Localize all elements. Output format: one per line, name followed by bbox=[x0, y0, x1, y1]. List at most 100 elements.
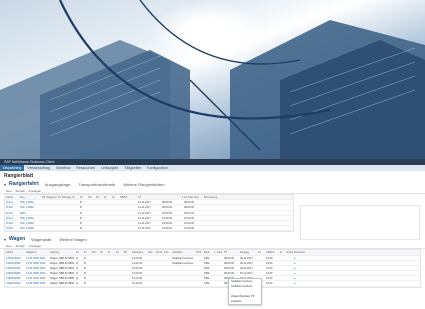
column-header[interactable]: Fl. bbox=[107, 250, 115, 254]
table-cell[interactable]: ZUG1 bbox=[5, 200, 19, 204]
column-header[interactable]: Zug bbox=[19, 195, 41, 199]
table-cell[interactable]: ZUG3 bbox=[5, 211, 19, 215]
table-cell[interactable]: ZUG2 bbox=[5, 205, 19, 209]
column-header[interactable]: Bedr. bbox=[203, 250, 213, 254]
column-header[interactable]: Ist. Plan Zeit bbox=[183, 195, 203, 199]
dropdown-option[interactable]: Ladeliste bbox=[229, 299, 261, 304]
table-cell bbox=[57, 221, 71, 225]
column-header[interactable]: Gruppe bbox=[285, 250, 293, 254]
table-cell[interactable]: 3180019999 bbox=[5, 281, 25, 285]
table-cell: 12.11.2017 bbox=[138, 216, 151, 220]
column-header[interactable]: Gattung bbox=[49, 250, 75, 254]
table-cell bbox=[107, 271, 115, 275]
menu-item[interactable]: Verladeauftrag bbox=[24, 165, 53, 171]
table-cell[interactable]: ZUG5 bbox=[5, 221, 19, 225]
table-cell bbox=[111, 216, 119, 220]
column-header[interactable]: Ringtag bbox=[239, 250, 257, 254]
column-header[interactable]: Nettogew. bbox=[131, 250, 147, 254]
table-cell bbox=[195, 281, 203, 285]
table-cell: 10:00:00 bbox=[184, 221, 195, 225]
table-cell[interactable]: 3180019999 bbox=[5, 266, 25, 270]
table-cell[interactable]: ZUG4 bbox=[5, 216, 19, 220]
column-header[interactable]: PL bbox=[99, 250, 107, 254]
table-cell bbox=[115, 281, 123, 285]
table-cell: Stellplatzzuordnen bbox=[172, 256, 194, 260]
column-header[interactable]: FR bbox=[87, 195, 95, 199]
table-row[interactable]: ZUG6 PKF 1-8966 B 12.11.2017 10:00:00 10:00:0… bbox=[5, 226, 293, 232]
display-button[interactable]: Anzeigen bbox=[29, 244, 42, 248]
back-button[interactable]: Zuruck bbox=[16, 189, 25, 193]
column-header[interactable]: St. bbox=[257, 250, 265, 254]
column-header[interactable]: VT bbox=[137, 195, 161, 199]
menu-item[interactable]: Konfiguration bbox=[144, 165, 171, 171]
column-header[interactable]: Aktion bbox=[5, 250, 25, 254]
table-cell bbox=[87, 216, 95, 220]
column-header[interactable]: Abfahrt bbox=[265, 250, 279, 254]
table-cell[interactable]: 3180019999 bbox=[5, 276, 25, 280]
table-cell bbox=[119, 226, 129, 230]
display-button[interactable]: Anzeigen bbox=[29, 189, 42, 193]
column-header[interactable]: Bemerkung bbox=[293, 250, 305, 254]
table-cell bbox=[95, 211, 103, 215]
tab-weitere-wagen[interactable]: Weitere Wagen bbox=[59, 237, 86, 242]
column-header[interactable]: DB/ST bbox=[119, 195, 129, 199]
table-cell[interactable]: 3180019999 bbox=[5, 271, 25, 275]
menu-item[interactable]: Leistungen bbox=[98, 165, 121, 171]
column-header[interactable]: FR bbox=[91, 250, 99, 254]
column-header[interactable]: Pos. bbox=[163, 250, 171, 254]
tab-transportfrachtbriefe[interactable]: Transportfrachtbriefe bbox=[78, 182, 115, 187]
column-header[interactable]: Wagennr. bbox=[25, 250, 49, 254]
column-header[interactable]: Fl. bbox=[103, 195, 111, 199]
table-cell: 12.11.2017 bbox=[138, 227, 151, 231]
tab-ausgangstage[interactable]: Ausgangstage bbox=[45, 182, 71, 187]
table-cell: 10:00:00 bbox=[162, 221, 173, 225]
table-cell: 12.11.2017 bbox=[138, 211, 151, 215]
tab-wagenplatt[interactable]: Wagenplatt bbox=[31, 237, 51, 242]
table-cell: 31 81 5082 0003 bbox=[26, 266, 46, 270]
table-cell: Wagen SBB 82 8885 bbox=[50, 277, 75, 281]
table-cell bbox=[171, 276, 195, 280]
column-header[interactable]: Pf. Nettogew. bbox=[57, 195, 71, 199]
table-cell bbox=[57, 200, 71, 204]
menu-item[interactable]: Dispatching bbox=[0, 165, 25, 171]
table-cell: ● bbox=[294, 256, 296, 260]
column-header[interactable]: Gl. bbox=[75, 250, 83, 254]
table-cell bbox=[87, 205, 95, 209]
table-cell: 12,00,00 bbox=[132, 256, 143, 260]
column-header[interactable]: Empf. bbox=[155, 250, 163, 254]
column-header[interactable]: St. bbox=[115, 250, 123, 254]
column-header[interactable] bbox=[161, 195, 181, 199]
column-header[interactable]: Bf. bbox=[123, 250, 131, 254]
column-header[interactable] bbox=[129, 195, 137, 199]
column-header[interactable]: Abs. bbox=[147, 250, 155, 254]
menu-item[interactable]: Ressourcen bbox=[73, 165, 98, 171]
menu-item[interactable]: Tätigkeiten bbox=[121, 165, 144, 171]
column-header[interactable]: Bemerkung bbox=[203, 195, 223, 199]
column-header[interactable]: Ladeliste bbox=[171, 250, 195, 254]
collapse-icon[interactable]: ▾ bbox=[4, 182, 6, 187]
column-header[interactable]: L. Gew. bbox=[213, 250, 223, 254]
table-cell: ● bbox=[294, 272, 296, 276]
table-row[interactable]: 3180019999 31 81 5082 0006 Wagen SBB 82 88… bbox=[5, 281, 420, 287]
table-cell bbox=[103, 216, 111, 220]
column-header[interactable]: Pl. bbox=[79, 195, 87, 199]
column-header[interactable]: Pfl. Wagennr. bbox=[41, 195, 57, 199]
new-button[interactable]: Neu bbox=[6, 189, 12, 193]
table-cell[interactable]: 3180019999 bbox=[5, 261, 25, 265]
column-header[interactable]: PT bbox=[223, 250, 239, 254]
column-header[interactable]: KVS bbox=[195, 250, 203, 254]
column-header[interactable]: PL bbox=[95, 195, 103, 199]
table-cell: 31 81 5082 0002 bbox=[26, 261, 46, 265]
back-button[interactable]: Zuruck bbox=[16, 244, 25, 248]
collapse-icon[interactable]: ▾ bbox=[4, 237, 6, 242]
table-cell[interactable]: ZUG6 bbox=[5, 226, 19, 230]
column-header[interactable]: Ist bbox=[111, 195, 119, 199]
table-cell[interactable]: 3180019999 bbox=[5, 256, 25, 260]
column-header[interactable]: Pl. bbox=[83, 250, 91, 254]
tab-weitere-rangierfahrten[interactable]: Weitere Rangierfahrten bbox=[123, 182, 164, 187]
column-header[interactable]: Aktion bbox=[5, 195, 19, 199]
page-title: Rangierblatt bbox=[4, 173, 34, 179]
menu-item[interactable]: Workflow bbox=[53, 165, 73, 171]
column-header[interactable]: St. bbox=[71, 195, 79, 199]
new-button[interactable]: Neu bbox=[6, 244, 12, 248]
